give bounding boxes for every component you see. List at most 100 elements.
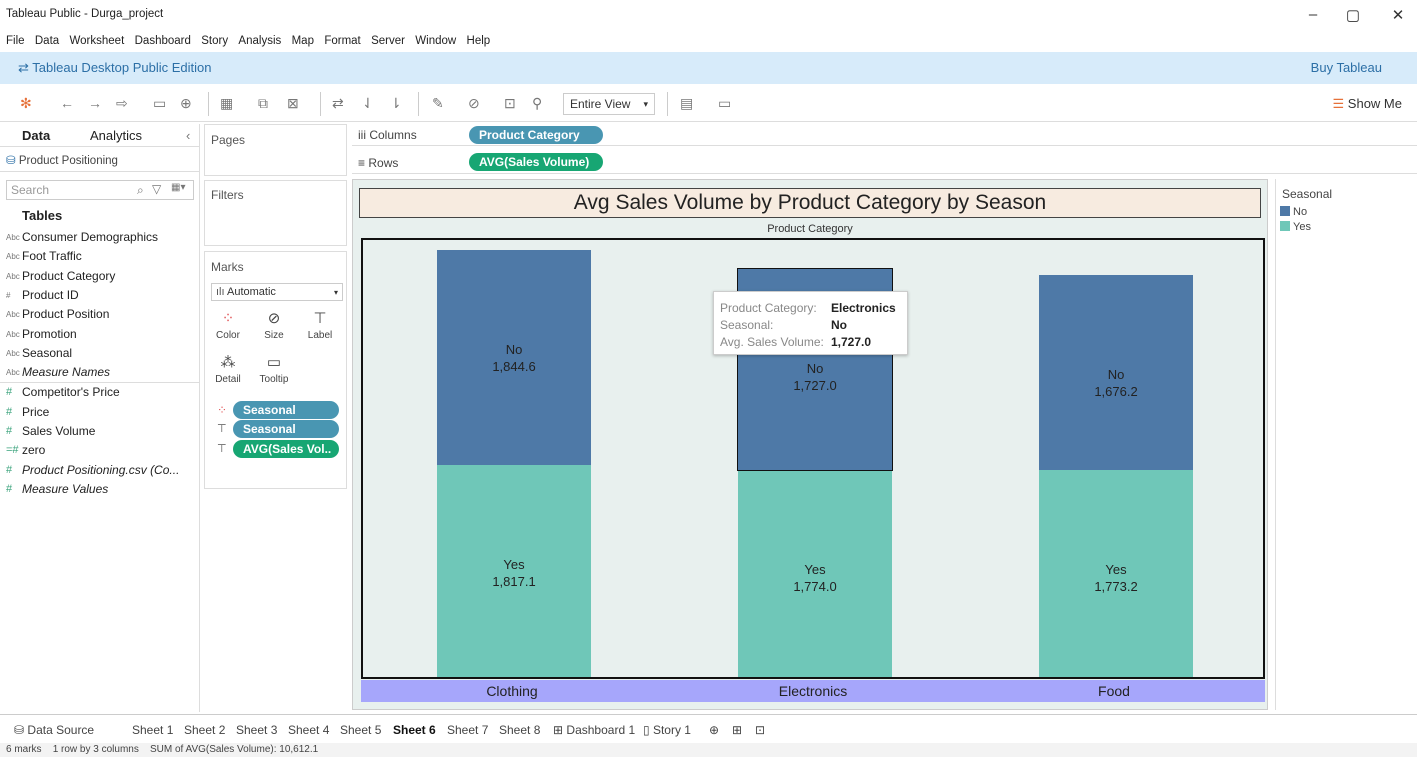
sort-ascending-icon[interactable]: ⇃ [362, 95, 374, 112]
dashboard-icon: ⊞ [553, 723, 564, 737]
swap-icon[interactable]: ⇄ [332, 95, 344, 112]
fit-dropdown[interactable]: Entire View ▾ [563, 93, 655, 115]
menu-map[interactable]: Map [292, 35, 314, 47]
pages-shelf[interactable]: Pages [204, 124, 347, 176]
bar-label: Yes 1,817.1 [437, 556, 591, 590]
menu-help[interactable]: Help [467, 35, 491, 47]
field-consumer-demographics[interactable]: Abc Consumer Demographics [0, 228, 200, 247]
columns-shelf[interactable]: iii Columns Product Category [352, 124, 1417, 146]
highlight-icon[interactable]: ✎ [432, 95, 444, 112]
field-product-category[interactable]: Abc Product Category [0, 267, 200, 286]
tab-data-source[interactable]: ⛁ Data Source [14, 723, 94, 737]
save-icon[interactable]: ▭ [153, 95, 166, 112]
menu-server[interactable]: Server [371, 35, 405, 47]
label-icon: ⊤ [217, 443, 227, 455]
buy-tableau-link[interactable]: Buy Tableau [1311, 60, 1382, 75]
color-button[interactable]: ⁘ Color [211, 308, 245, 350]
field-promotion[interactable]: Abc Promotion [0, 325, 200, 344]
field-zero[interactable]: =# zero [0, 441, 200, 460]
group-icon[interactable]: ⊘ [468, 95, 480, 112]
menu-window[interactable]: Window [415, 35, 456, 47]
new-dashboard-icon[interactable]: ⊞ [732, 723, 742, 737]
tableau-logo-icon[interactable]: ✻ [20, 95, 32, 112]
field-measure-names[interactable]: Abc Measure Names [0, 363, 200, 382]
tab-dashboard-1[interactable]: ⊞ Dashboard 1 [553, 723, 635, 737]
field-product-id[interactable]: # Product ID [0, 286, 200, 305]
restore-button[interactable]: ▢ [1343, 6, 1363, 24]
sort-descending-icon[interactable]: ⇂ [390, 95, 402, 112]
field-product-positioning-csv-co[interactable]: # Product Positioning.csv (Co... [0, 461, 200, 480]
tab-sheet-3[interactable]: Sheet 3 [236, 723, 277, 737]
tab-sheet-8[interactable]: Sheet 8 [499, 723, 540, 737]
tab-story-1[interactable]: ▯ Story 1 [643, 723, 691, 737]
tab-sheet-2[interactable]: Sheet 2 [184, 723, 225, 737]
tab-analytics[interactable]: Analytics [90, 128, 142, 143]
clear-sheet-icon[interactable]: ⊠ [287, 95, 299, 112]
chevron-down-icon: ▾ [643, 99, 648, 109]
legend-title: Seasonal [1282, 187, 1333, 201]
collapse-pane-icon[interactable]: ‹ [186, 128, 190, 143]
size-button[interactable]: ⊘ Size [257, 308, 291, 350]
menu-file[interactable]: File [6, 35, 25, 47]
product-category-pill[interactable]: Product Category [469, 126, 603, 144]
avg-sales-volume-pill[interactable]: AVG(Sales Volume) [469, 153, 603, 171]
filters-shelf[interactable]: Filters [204, 180, 347, 246]
seasonal-color-pill[interactable]: Seasonal [233, 401, 339, 419]
seasonal-legend: Seasonal No Yes [1275, 179, 1417, 710]
field-competitor-s-price[interactable]: # Competitor's Price [0, 383, 200, 402]
close-button[interactable]: ✕ [1388, 6, 1408, 24]
columns-label: iii Columns [358, 128, 417, 142]
new-story-icon[interactable]: ⊡ [755, 723, 765, 737]
menu-data[interactable]: Data [35, 35, 59, 47]
tab-data[interactable]: Data [22, 128, 50, 143]
detail-button[interactable]: ⁂ Detail [211, 352, 245, 394]
menu-format[interactable]: Format [324, 35, 360, 47]
color-icon: ⁘ [217, 403, 228, 417]
worksheet-view[interactable]: Avg Sales Volume by Product Category by … [352, 179, 1268, 710]
menu-analysis[interactable]: Analysis [238, 35, 281, 47]
field-foot-traffic[interactable]: Abc Foot Traffic [0, 247, 200, 266]
minimize-button[interactable]: – [1303, 6, 1323, 23]
tab-sheet-1[interactable]: Sheet 1 [132, 723, 173, 737]
duplicate-sheet-icon[interactable]: ⧉ [258, 95, 268, 112]
legend-item-no[interactable]: No [1280, 206, 1307, 220]
tab-sheet-5[interactable]: Sheet 5 [340, 723, 381, 737]
field-product-position[interactable]: Abc Product Position [0, 305, 200, 324]
bar-label: No 1,727.0 [738, 360, 892, 394]
menu-dashboard[interactable]: Dashboard [135, 35, 191, 47]
field-sales-volume[interactable]: # Sales Volume [0, 422, 200, 441]
tab-sheet-6[interactable]: Sheet 6 [393, 723, 436, 737]
toolbar-separator [667, 92, 668, 116]
show-cards-icon[interactable]: ▤ [680, 95, 693, 112]
filters-label: Filters [211, 188, 244, 202]
avg-sales-label-pill[interactable]: AVG(Sales Vol.. [233, 440, 339, 458]
show-labels-icon[interactable]: ⊡ [504, 95, 516, 112]
replay-icon[interactable]: ⇨ [116, 95, 128, 112]
menu-worksheet[interactable]: Worksheet [70, 35, 125, 47]
legend-item-yes[interactable]: Yes [1280, 221, 1311, 235]
seasonal-label-pill[interactable]: Seasonal [233, 420, 339, 438]
status-layout: 1 row by 3 columns [52, 744, 139, 755]
new-worksheet-icon[interactable]: ▦ [220, 95, 233, 112]
undo-icon[interactable]: ← [60, 95, 74, 111]
mark-type-dropdown[interactable]: ılı Automatic ▾ [211, 283, 343, 301]
field-price[interactable]: # Price [0, 403, 200, 422]
presentation-icon[interactable]: ▭ [718, 95, 731, 112]
redo-icon[interactable]: → [88, 95, 102, 111]
field-seasonal[interactable]: Abc Seasonal [0, 344, 200, 363]
pin-icon[interactable]: ⚲ [532, 95, 542, 112]
datasource-item[interactable]: ⛁ Product Positioning [6, 153, 118, 167]
new-datasource-icon[interactable]: ⊕ [180, 95, 192, 112]
tooltip-button[interactable]: ▭ Tooltip [257, 352, 291, 394]
show-me-button[interactable]: ☰ Show Me [1333, 96, 1402, 112]
tab-sheet-4[interactable]: Sheet 4 [288, 723, 329, 737]
field-label: Measure Values [22, 481, 109, 496]
field-measure-values[interactable]: # Measure Values [0, 480, 200, 499]
rows-shelf[interactable]: ≡ Rows AVG(Sales Volume) [352, 150, 1417, 174]
search-input[interactable]: Search ⌕ ▽ ▦▾ [6, 180, 194, 200]
new-worksheet-icon[interactable]: ⊕ [709, 723, 719, 737]
menu-story[interactable]: Story [201, 35, 228, 47]
category-label-electronics: Electronics [778, 683, 848, 699]
label-button[interactable]: ⊤ Label [303, 308, 337, 350]
tab-sheet-7[interactable]: Sheet 7 [447, 723, 488, 737]
